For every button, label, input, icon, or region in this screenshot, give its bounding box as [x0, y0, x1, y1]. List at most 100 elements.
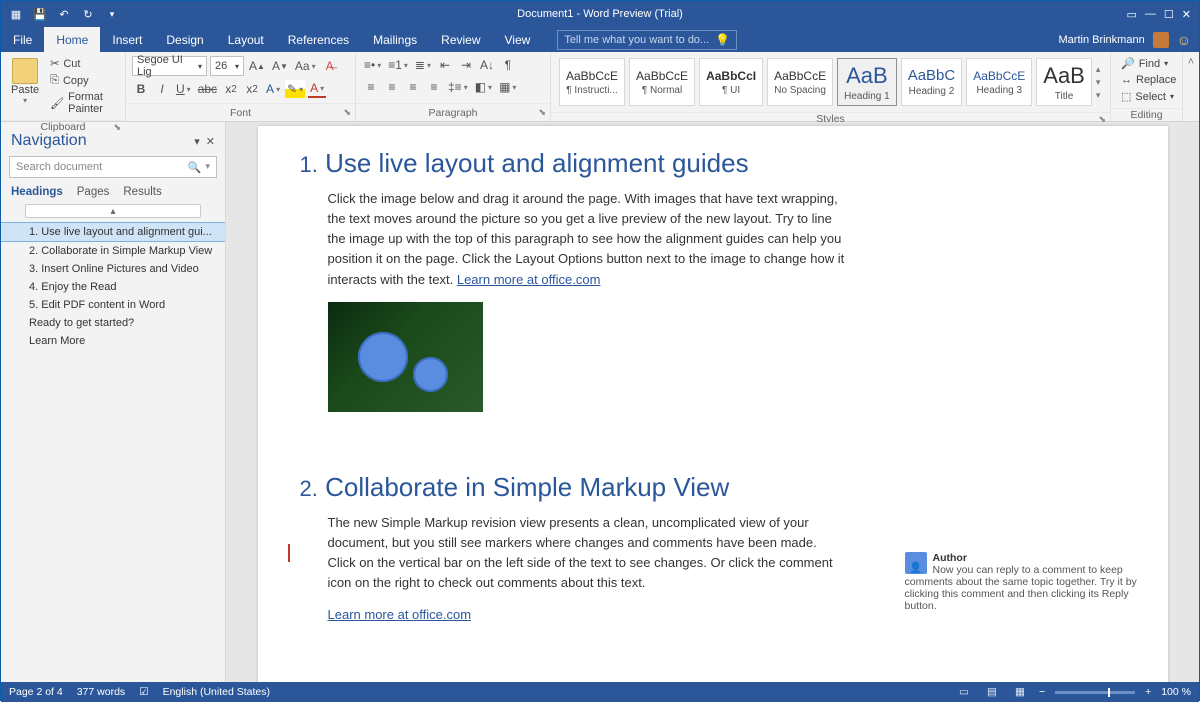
chevron-down-icon[interactable]: ▾	[205, 161, 210, 174]
style-title[interactable]: AaBTitle	[1036, 58, 1092, 106]
show-marks-button[interactable]: ¶	[499, 56, 517, 74]
tab-references[interactable]: References	[276, 27, 361, 52]
page-indicator[interactable]: Page 2 of 4	[9, 686, 63, 698]
paragraph[interactable]: Learn more at office.com	[328, 605, 848, 625]
nav-item[interactable]: 4. Enjoy the Read	[1, 278, 225, 296]
tab-mailings[interactable]: Mailings	[361, 27, 429, 52]
zoom-thumb[interactable]	[1108, 688, 1110, 697]
launcher-icon[interactable]: ⬊	[343, 107, 351, 118]
avatar[interactable]	[1153, 32, 1169, 48]
bullets-button[interactable]: ≡•	[362, 56, 383, 74]
line-spacing-button[interactable]: ‡≡	[446, 78, 470, 96]
sort-button[interactable]: A↓	[478, 56, 496, 74]
bold-button[interactable]: B	[132, 80, 150, 98]
close-icon[interactable]: ✕	[1182, 8, 1191, 21]
borders-button[interactable]: ▦	[497, 78, 518, 96]
subscript-button[interactable]: x2	[222, 80, 240, 98]
style-ui[interactable]: AaBbCcI¶ UI	[699, 58, 763, 106]
nav-item[interactable]: 2. Collaborate in Simple Markup View	[1, 242, 225, 260]
tab-layout[interactable]: Layout	[216, 27, 276, 52]
style-no-spacing[interactable]: AaBbCcENo Spacing	[767, 58, 833, 106]
numbering-button[interactable]: ≡1	[386, 56, 410, 74]
style-heading3[interactable]: AaBbCcEHeading 3	[966, 58, 1032, 106]
undo-icon[interactable]: ↶	[55, 5, 73, 23]
underline-button[interactable]: U	[174, 80, 193, 98]
justify-button[interactable]: ≡	[425, 78, 443, 96]
gallery-up-icon[interactable]: ▴	[1096, 64, 1101, 75]
style-instructions[interactable]: AaBbCcE¶ Instructi...	[559, 58, 625, 106]
paragraph[interactable]: The new Simple Markup revision view pres…	[328, 513, 848, 594]
redo-icon[interactable]: ↻	[79, 5, 97, 23]
copy-button[interactable]: ⎘Copy	[47, 73, 119, 88]
format-painter-button[interactable]: 🖌Format Painter	[47, 90, 119, 116]
nav-item[interactable]: 3. Insert Online Pictures and Video	[1, 260, 225, 278]
zoom-in-button[interactable]: +	[1145, 686, 1151, 698]
tab-insert[interactable]: Insert	[100, 27, 154, 52]
qat-customize-icon[interactable]: ▾	[103, 5, 121, 23]
nav-item[interactable]: 5. Edit PDF content in Word	[1, 296, 225, 314]
proofing-icon[interactable]: ☑	[139, 686, 148, 698]
heading-1[interactable]: 1. Use live layout and alignment guides	[300, 148, 1128, 179]
read-mode-icon[interactable]: ▭	[955, 685, 973, 699]
strike-button[interactable]: abc	[196, 80, 219, 98]
print-layout-icon[interactable]: ▤	[983, 685, 1001, 699]
minimize-icon[interactable]: —	[1145, 8, 1156, 20]
word-icon[interactable]: ▦	[7, 5, 25, 23]
zoom-out-button[interactable]: −	[1039, 686, 1045, 698]
zoom-level[interactable]: 100 %	[1161, 686, 1191, 698]
word-count[interactable]: 377 words	[77, 686, 125, 698]
tab-file[interactable]: File	[1, 27, 44, 52]
cut-button[interactable]: ✂Cut	[47, 56, 119, 71]
nav-item[interactable]: 1. Use live layout and alignment gui...	[1, 222, 225, 242]
nav-close-icon[interactable]: ✕	[206, 135, 215, 148]
learn-more-link[interactable]: Learn more at office.com	[328, 607, 472, 622]
nav-item[interactable]: Learn More	[1, 332, 225, 350]
font-name-combo[interactable]: Segoe UI Lig▾	[132, 56, 207, 76]
select-button[interactable]: ⬚Select▾	[1119, 89, 1178, 104]
align-center-button[interactable]: ≡	[383, 78, 401, 96]
nav-collapse-button[interactable]: ▴	[25, 204, 201, 218]
paragraph[interactable]: Click the image below and drag it around…	[328, 189, 848, 290]
profile-name[interactable]: Martin Brinkmann	[1059, 34, 1145, 46]
align-right-button[interactable]: ≡	[404, 78, 422, 96]
grow-font-button[interactable]: A▲	[247, 57, 267, 75]
page[interactable]: 1. Use live layout and alignment guides …	[258, 126, 1168, 682]
style-heading1[interactable]: AaBHeading 1	[837, 58, 897, 106]
nav-menu-icon[interactable]: ▾	[194, 135, 200, 148]
tab-review[interactable]: Review	[429, 27, 492, 52]
nav-tab-results[interactable]: Results	[123, 186, 161, 198]
revision-bar[interactable]	[288, 544, 290, 562]
align-left-button[interactable]: ≡	[362, 78, 380, 96]
style-heading2[interactable]: AaBbCHeading 2	[901, 58, 963, 106]
shading-button[interactable]: ◧	[473, 78, 494, 96]
shrink-font-button[interactable]: A▼	[270, 57, 290, 75]
gallery-more-icon[interactable]: ▾	[1096, 90, 1101, 101]
inline-image[interactable]	[328, 302, 483, 412]
change-case-button[interactable]: Aa	[293, 57, 318, 75]
save-icon[interactable]: 💾	[31, 5, 49, 23]
zoom-slider[interactable]	[1055, 691, 1135, 694]
tab-view[interactable]: View	[493, 27, 543, 52]
style-normal[interactable]: AaBbCcE¶ Normal	[629, 58, 695, 106]
launcher-icon[interactable]: ⬊	[113, 122, 121, 133]
heading-2[interactable]: 2. Collaborate in Simple Markup View	[300, 472, 1128, 503]
language-indicator[interactable]: English (United States)	[163, 686, 270, 698]
text-effects-button[interactable]: A	[264, 80, 282, 98]
maximize-icon[interactable]: ☐	[1164, 8, 1174, 21]
paste-button[interactable]: Paste ▾	[7, 56, 43, 107]
replace-button[interactable]: ↔Replace	[1119, 73, 1178, 87]
launcher-icon[interactable]: ⬊	[538, 107, 546, 118]
italic-button[interactable]: I	[153, 80, 171, 98]
font-size-combo[interactable]: 26▾	[210, 56, 244, 76]
highlight-button[interactable]: ✎	[285, 80, 305, 98]
web-layout-icon[interactable]: ▦	[1011, 685, 1029, 699]
gallery-down-icon[interactable]: ▾	[1096, 77, 1101, 88]
tab-design[interactable]: Design	[154, 27, 215, 52]
ribbon-display-icon[interactable]: ▭	[1127, 8, 1137, 21]
tell-me-search[interactable]: Tell me what you want to do... 💡	[557, 30, 737, 50]
nav-search-input[interactable]: Search document 🔍▾	[9, 156, 217, 178]
comment[interactable]: 👤 Author Now you can reply to a comment …	[905, 552, 1150, 612]
find-button[interactable]: 🔎Find▾	[1119, 56, 1178, 71]
font-color-button[interactable]: A	[308, 80, 326, 98]
document-area[interactable]: 1. Use live layout and alignment guides …	[226, 122, 1199, 682]
